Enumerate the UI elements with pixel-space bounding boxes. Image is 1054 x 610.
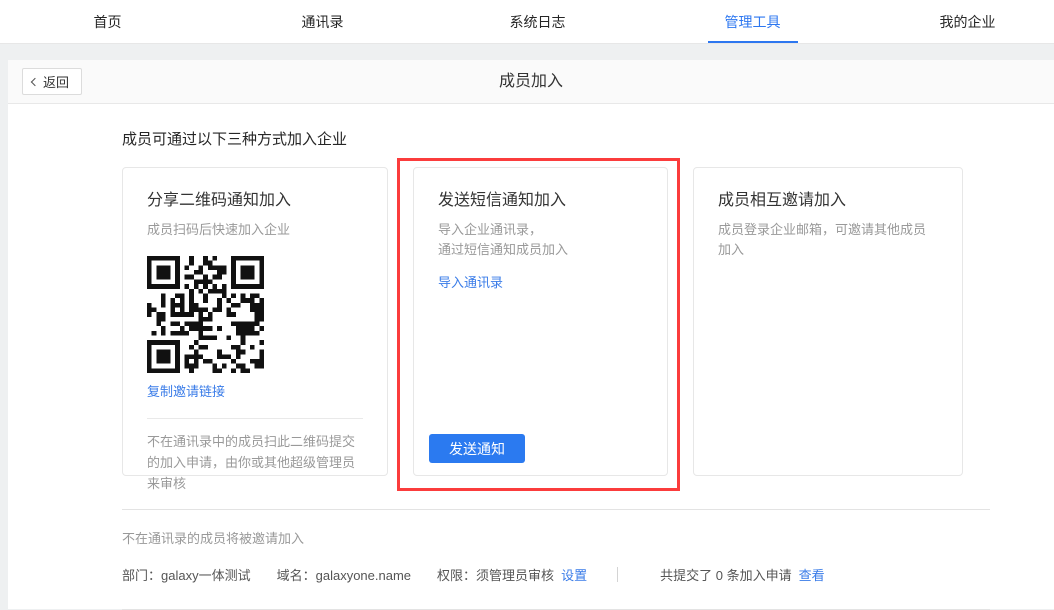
card-sms-join: 发送短信通知加入 导入企业通讯录， 通过短信通知成员加入 导入通讯录 发送通知 xyxy=(413,167,668,476)
applications-suffix: 条加入申请 xyxy=(727,568,792,583)
card-description: 成员扫码后快速加入企业 xyxy=(147,220,363,240)
nav-item-label: 通讯录 xyxy=(302,14,344,30)
applications-prefix: 共提交了 xyxy=(660,568,712,583)
main-panel: 返回 成员加入 成员可通过以下三种方式加入企业 分享二维码通知加入 成员扫码后快… xyxy=(8,60,1054,609)
copy-invite-link[interactable]: 复制邀请链接 xyxy=(147,381,225,400)
vertical-separator xyxy=(617,567,618,582)
card-description: 成员登录企业邮箱，可邀请其他成员加入 xyxy=(718,220,938,260)
top-nav-items: 首页 通讯录 系统日志 管理工具 我的企业 xyxy=(0,0,1054,44)
footer-info-row: 部门：galaxy一体测试 域名：galaxyone.name 权限：须管理员审… xyxy=(122,565,990,584)
nav-item-contacts[interactable]: 通讯录 xyxy=(215,0,430,44)
permission-value: 须管理员审核 xyxy=(476,568,554,583)
domain-label: 域名： xyxy=(277,568,316,583)
card-divider xyxy=(147,418,363,419)
permission-info: 权限：须管理员审核设置 xyxy=(437,565,587,584)
department-info: 部门：galaxy一体测试 xyxy=(122,565,251,584)
join-method-cards: 分享二维码通知加入 成员扫码后快速加入企业 复制邀请链接 不在通讯录中的成员扫此… xyxy=(122,167,990,476)
nav-item-my-enterprise[interactable]: 我的企业 xyxy=(860,0,1054,44)
department-value: galaxy一体测试 xyxy=(161,568,251,583)
page-content: 成员可通过以下三种方式加入企业 分享二维码通知加入 成员扫码后快速加入企业 复制… xyxy=(8,104,1054,610)
domain-info: 域名：galaxyone.name xyxy=(277,565,411,584)
section-divider xyxy=(122,509,990,510)
card-note: 不在通讯录中的成员扫此二维码提交的加入申请，由你或其他超级管理员来审核 xyxy=(147,431,363,494)
card-title: 发送短信通知加入 xyxy=(438,186,643,210)
nav-item-home[interactable]: 首页 xyxy=(0,0,215,44)
nav-item-label: 系统日志 xyxy=(510,14,566,30)
permission-label: 权限： xyxy=(437,568,476,583)
permission-settings-link[interactable]: 设置 xyxy=(561,568,587,583)
top-nav: 首页 通讯录 系统日志 管理工具 我的企业 xyxy=(0,0,1054,44)
view-applications-link[interactable]: 查看 xyxy=(799,568,825,583)
card-qr-code-join: 分享二维码通知加入 成员扫码后快速加入企业 复制邀请链接 不在通讯录中的成员扫此… xyxy=(122,167,388,476)
active-tab-underline xyxy=(708,41,798,44)
card-description-line1: 导入企业通讯录， xyxy=(438,220,643,240)
qr-code xyxy=(147,256,264,373)
nav-item-admin-tools[interactable]: 管理工具 xyxy=(645,0,860,44)
card-mutual-invite-join: 成员相互邀请加入 成员登录企业邮箱，可邀请其他成员加入 xyxy=(693,167,963,476)
send-notification-button[interactable]: 发送通知 xyxy=(429,434,525,463)
section-heading: 成员可通过以下三种方式加入企业 xyxy=(122,128,990,149)
footer-note: 不在通讯录的成员将被邀请加入 xyxy=(122,528,990,547)
domain-value: galaxyone.name xyxy=(316,568,411,583)
import-contacts-link[interactable]: 导入通讯录 xyxy=(438,272,503,291)
nav-item-label: 首页 xyxy=(94,14,122,30)
nav-item-system-log[interactable]: 系统日志 xyxy=(430,0,645,44)
card-sms-join-wrapper: 发送短信通知加入 导入企业通讯录， 通过短信通知成员加入 导入通讯录 发送通知 xyxy=(413,167,668,476)
nav-item-label: 我的企业 xyxy=(940,14,996,30)
nav-item-label: 管理工具 xyxy=(725,14,781,30)
page-header: 返回 成员加入 xyxy=(8,60,1054,104)
page-title: 成员加入 xyxy=(8,60,1054,104)
card-description: 导入企业通讯录， 通过短信通知成员加入 xyxy=(438,220,643,260)
card-title: 成员相互邀请加入 xyxy=(718,186,938,210)
card-description-line2: 通过短信通知成员加入 xyxy=(438,240,643,260)
department-label: 部门： xyxy=(122,568,161,583)
applications-info: 共提交了 0 条加入申请查看 xyxy=(660,565,825,584)
card-title: 分享二维码通知加入 xyxy=(147,186,363,210)
applications-count: 0 xyxy=(716,568,723,583)
